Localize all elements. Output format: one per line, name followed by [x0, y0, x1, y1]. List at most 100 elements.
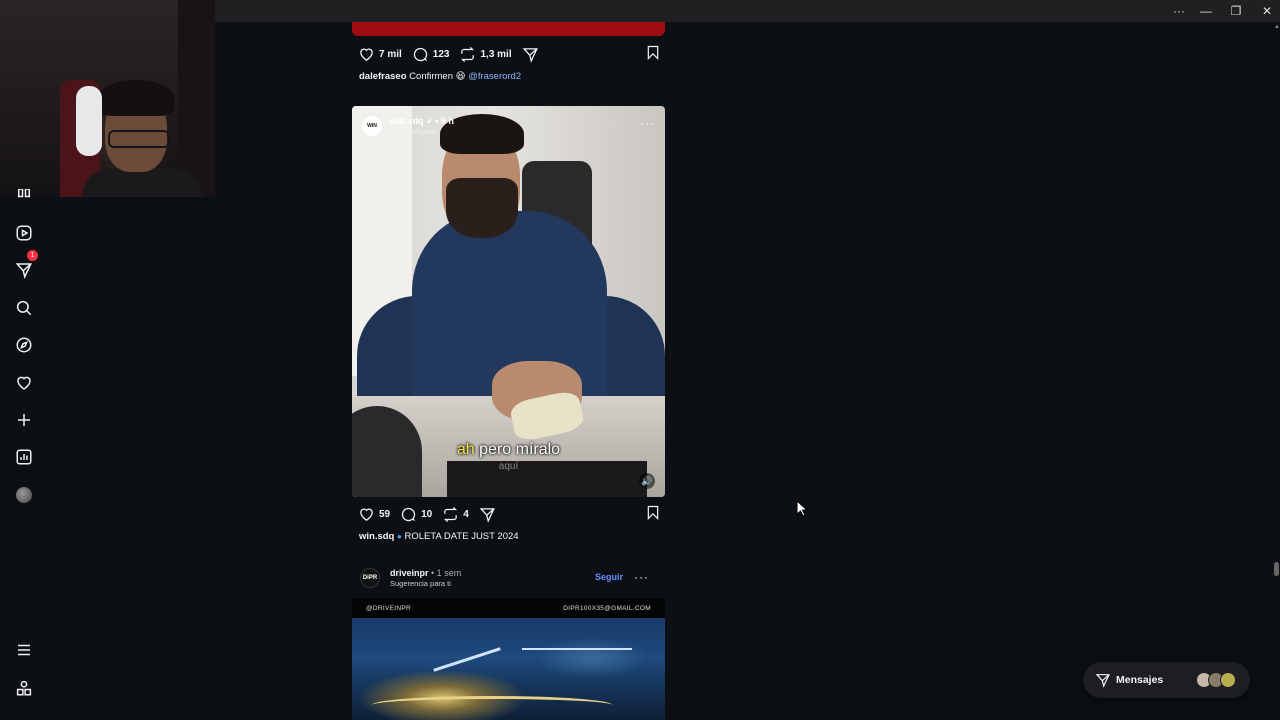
photo-road [372, 696, 612, 714]
repost-icon [461, 46, 475, 62]
webcam-overlay [0, 0, 215, 197]
repost-button[interactable]: 4 [442, 506, 469, 523]
photo-pier [522, 648, 632, 650]
post-caption: win.sdq ● ROLETA DATE JUST 2024 [359, 531, 519, 542]
send-icon [15, 263, 32, 279]
comment-count: 123 [432, 48, 450, 60]
like-count: 7 mil [379, 48, 402, 60]
scrollbar[interactable] [1273, 22, 1280, 720]
sidebar-item-dashboard[interactable] [12, 445, 36, 469]
mouse-cursor [796, 499, 809, 522]
sidebar-item-reels[interactable] [12, 221, 36, 245]
post-actions: 7 mil 123 1,3 mil [358, 44, 661, 64]
follow-button[interactable]: Seguir [595, 572, 623, 582]
heart-icon [17, 376, 31, 390]
share-button[interactable] [522, 46, 543, 63]
like-button[interactable]: 59 [358, 506, 390, 523]
sidebar-item-notifications[interactable] [12, 371, 36, 395]
image-handle-text: @DRIVEINPR [366, 604, 411, 612]
verified-icon: ✔ [426, 116, 433, 126]
reel-video[interactable]: WIN win.sdq ✔ • 9 h Audio original ··· a… [352, 106, 665, 497]
photo-pier [433, 647, 501, 672]
night-aerial-photo [352, 618, 665, 720]
verified-icon: ● [397, 532, 402, 541]
repost-button[interactable]: 1,3 mil [459, 46, 512, 63]
caption-username[interactable]: dalefraseo [359, 71, 407, 82]
bookmark-icon [647, 45, 659, 60]
sidebar-nav: 1 [0, 189, 48, 720]
post-time: • 1 sem [431, 568, 462, 578]
maximize-button[interactable]: ❐ [1228, 3, 1244, 19]
compass-icon [16, 337, 32, 353]
plus-icon [18, 414, 30, 426]
username[interactable]: win.sdq [390, 116, 424, 126]
more-options-button[interactable]: ··· [634, 570, 649, 584]
messages-button[interactable]: Mensajes [1083, 662, 1250, 698]
reels-icon [16, 225, 32, 241]
webcam-glasses [108, 130, 170, 148]
webcam-headphones [76, 86, 102, 156]
sidebar-item-search[interactable] [12, 296, 36, 320]
apps-icon [16, 680, 32, 696]
post-caption: dalefraseo Confirmen 😆 @fraserord2 [359, 71, 521, 82]
window-menu-button[interactable]: ··· [1171, 3, 1187, 19]
comment-count: 10 [421, 508, 433, 520]
feed: 7 mil 123 1,3 mil dalefraseo Confirmen 😆… [352, 22, 665, 720]
caption-mention[interactable]: @fraserord2 [468, 71, 521, 82]
sidebar-item-threads[interactable] [12, 676, 36, 700]
post-image[interactable]: @DRIVEINPR DIPR100X35@GMAIL.COM [352, 598, 665, 720]
image-email-text: DIPR100X35@GMAIL.COM [563, 604, 651, 612]
scroll-up-arrow[interactable]: ▲ [1274, 24, 1280, 30]
webcam-person-body [82, 168, 202, 197]
heart-icon [360, 48, 373, 61]
subtitle-highlight: ah [456, 441, 475, 458]
webcam-person-hair [98, 80, 174, 116]
mute-button[interactable]: 🔊 [639, 473, 655, 489]
avatar [16, 487, 32, 503]
scrollbar-thumb[interactable] [1274, 562, 1279, 576]
messages-label: Mensajes [1116, 674, 1164, 686]
suggested-post-header: DiPR driveinpr • 1 sem Sugerencia para t… [360, 566, 657, 590]
image-header-strip: @DRIVEINPR DIPR100X35@GMAIL.COM [352, 598, 665, 618]
webcam-background-panel [178, 0, 215, 197]
caption-text: ROLETA DATE JUST 2024 [404, 531, 519, 542]
avatar[interactable]: WIN [362, 116, 382, 136]
sidebar-item-profile[interactable] [12, 483, 36, 507]
audio-label[interactable]: Audio original [390, 127, 454, 137]
messages-badge: 1 [27, 250, 38, 261]
save-button[interactable] [645, 44, 661, 64]
avatar [1220, 672, 1236, 688]
save-button[interactable] [645, 504, 661, 524]
previous-post-media[interactable] [352, 22, 665, 36]
caption-username[interactable]: win.sdq [359, 531, 394, 542]
comment-button[interactable]: 123 [412, 46, 450, 63]
heart-icon [360, 508, 373, 521]
more-options-button[interactable]: ··· [640, 116, 655, 130]
send-icon [1095, 672, 1111, 693]
send-icon [479, 507, 495, 523]
post-actions: 59 10 4 [358, 504, 661, 524]
search-icon [16, 300, 32, 316]
menu-icon [18, 644, 30, 656]
share-button[interactable] [479, 506, 500, 523]
sidebar-item-explore[interactable] [12, 333, 36, 357]
avatar[interactable]: DiPR [360, 568, 380, 588]
suggested-username[interactable]: driveinpr • 1 sem [390, 568, 461, 578]
repost-count: 4 [463, 508, 469, 520]
close-button[interactable]: ✕ [1259, 3, 1275, 19]
sidebar-item-home[interactable] [12, 189, 36, 201]
video-person-beard [446, 178, 518, 238]
minimize-button[interactable]: — [1198, 3, 1214, 19]
username[interactable]: driveinpr [390, 568, 429, 578]
sidebar-item-more[interactable] [12, 638, 36, 662]
repost-count: 1,3 mil [480, 48, 512, 60]
like-count: 59 [379, 508, 391, 520]
subtitle-text: pero míralo [474, 441, 561, 458]
repost-icon [444, 506, 458, 522]
sidebar-item-create[interactable] [12, 408, 36, 432]
sidebar-item-messages[interactable]: 1 [12, 250, 38, 282]
comment-button[interactable]: 10 [400, 506, 432, 523]
chart-icon [16, 449, 32, 465]
reel-username[interactable]: win.sdq ✔ • 9 h [390, 116, 454, 127]
like-button[interactable]: 7 mil [358, 46, 402, 63]
